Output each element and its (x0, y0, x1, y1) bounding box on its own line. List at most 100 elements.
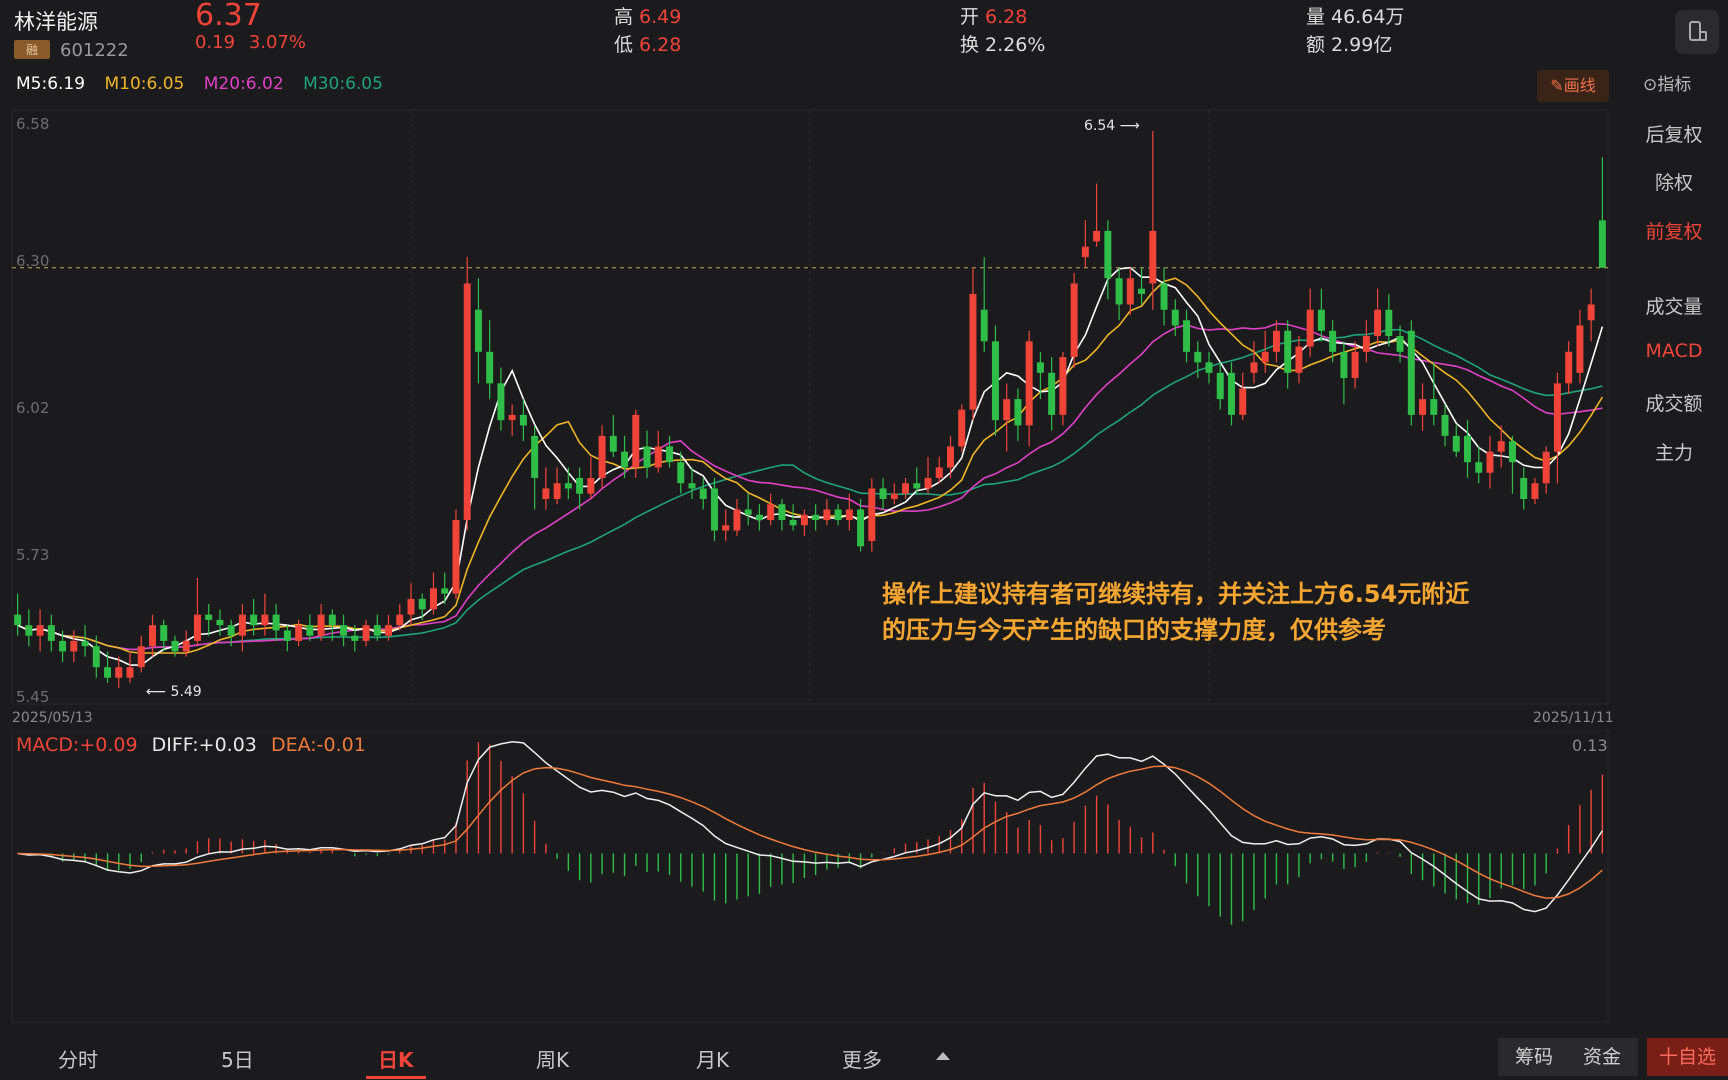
candle-body (126, 667, 134, 678)
draw-line-button[interactable]: ✎画线 (1537, 70, 1609, 102)
turnover-value: 2.26% (985, 34, 1046, 56)
candle-body (14, 614, 22, 626)
candle-body (1306, 309, 1314, 347)
dea-line (17, 765, 1603, 899)
candle-body (1598, 220, 1606, 268)
active-tab-indicator (366, 1076, 426, 1079)
sidebar-item-label: 前复权 (1645, 221, 1703, 243)
candle-body (767, 504, 775, 521)
high-value: 6.49 (639, 6, 682, 28)
candle-body (36, 625, 44, 636)
date-start: 2025/05/13 (12, 710, 93, 726)
candle-body (621, 451, 629, 468)
candle-body (193, 614, 201, 641)
tab-5day[interactable]: 5日 (221, 1044, 254, 1073)
candle-body (1430, 399, 1438, 415)
tab-daily-k[interactable]: 日K (378, 1044, 414, 1073)
funds-button[interactable]: 资金 (1566, 1038, 1638, 1076)
candle-body (1138, 288, 1146, 294)
add-watchlist-button[interactable]: 十自选 (1647, 1038, 1728, 1076)
y-tick-label: 6.58 (16, 115, 50, 133)
candle-body (609, 435, 617, 452)
open-stat: 开 6.28 (960, 2, 1027, 29)
candle-body (710, 488, 718, 531)
candle-body (643, 446, 651, 468)
tab-weekly-k[interactable]: 周K (536, 1044, 569, 1073)
sidebar-item-volume[interactable]: 成交量 (1620, 292, 1728, 319)
more-caret-icon[interactable] (936, 1052, 950, 1060)
candle-body (553, 483, 561, 499)
sidebar-item-ex-rights[interactable]: 除权 (1620, 168, 1728, 195)
sidebar-item-main-force[interactable]: 主力 (1620, 438, 1728, 465)
ma10-label: M10:6.05 (104, 74, 185, 94)
candle-body (1093, 230, 1101, 242)
candle-body (441, 588, 449, 594)
candle-body (1295, 346, 1303, 373)
candle-body (1317, 309, 1325, 331)
chips-button[interactable]: 筹码 (1498, 1038, 1570, 1076)
candle-body (1441, 414, 1449, 436)
indicator-button[interactable]: ⊙指标 (1643, 70, 1691, 95)
candle-body (1419, 399, 1427, 415)
candle-body (800, 514, 808, 526)
sidebar-item-label: 成交量 (1645, 296, 1703, 318)
candle-body (935, 467, 943, 478)
tab-intraday[interactable]: 分时 (58, 1044, 98, 1073)
sidebar-item-label: 主力 (1654, 442, 1693, 464)
candle-body (340, 625, 348, 636)
candle-body (1542, 451, 1550, 484)
candle-body (1160, 283, 1168, 310)
candle-body (991, 341, 999, 421)
candle-body (418, 598, 426, 610)
candle-body (1385, 309, 1393, 337)
candle-body (272, 614, 280, 631)
candle-body (924, 477, 932, 489)
turnover-label: 换 (960, 34, 980, 56)
candle-body (205, 614, 213, 620)
candle-body (1250, 362, 1258, 373)
candle-body (1587, 304, 1595, 321)
candle-body (250, 614, 258, 626)
candle-body (1025, 341, 1033, 426)
tab-more[interactable]: 更多 (842, 1044, 882, 1073)
candle-body (351, 635, 359, 641)
candle-body (59, 640, 67, 652)
candle-body (1452, 435, 1460, 452)
candle-body (1014, 399, 1022, 426)
candle-body (744, 509, 752, 515)
candle-body (1464, 435, 1471, 463)
macd-chart[interactable] (0, 730, 1612, 1024)
low-point-value: 5.49 (170, 684, 202, 700)
y-tick-label: 6.02 (16, 399, 50, 417)
tab-monthly-k[interactable]: 月K (696, 1044, 729, 1073)
candle-body (632, 414, 640, 468)
candle-body (1149, 230, 1157, 284)
annotation-line-2: 的压力与今天产生的缺口的支撑力度，仅供参考 (882, 616, 1386, 644)
candle-body (778, 504, 786, 521)
candle-body (396, 614, 404, 626)
candle-body (452, 520, 460, 594)
macd-frame (11, 730, 1609, 1023)
candle-body (160, 625, 168, 641)
sidebar-item-amount[interactable]: 成交额 (1620, 389, 1728, 416)
amount-value: 2.99亿 (1331, 34, 1393, 56)
landscape-toggle-button[interactable] (1675, 10, 1719, 54)
candle-body (373, 625, 381, 636)
ma5-label: M5:6.19 (16, 74, 86, 94)
candle-body (1531, 483, 1539, 499)
amount-stat: 额 2.99亿 (1306, 30, 1392, 57)
sidebar-item-back-adjusted[interactable]: 后复权 (1620, 120, 1728, 147)
sidebar-item-forward-adjusted[interactable]: 前复权 (1620, 217, 1728, 244)
low-value: 6.28 (639, 34, 682, 56)
open-value: 6.28 (985, 6, 1028, 28)
turnover-stat: 换 2.26% (960, 30, 1045, 57)
y-tick-label: 5.73 (16, 546, 50, 564)
sidebar-item-label: 成交额 (1645, 393, 1703, 415)
volume-value: 46.64万 (1331, 6, 1405, 28)
sidebar-item-macd[interactable]: MACD (1620, 340, 1728, 362)
candle-body (385, 625, 393, 636)
candle-body (1126, 278, 1134, 305)
candle-body (733, 509, 741, 531)
candle-body (980, 309, 988, 342)
candle-body (1520, 477, 1528, 499)
